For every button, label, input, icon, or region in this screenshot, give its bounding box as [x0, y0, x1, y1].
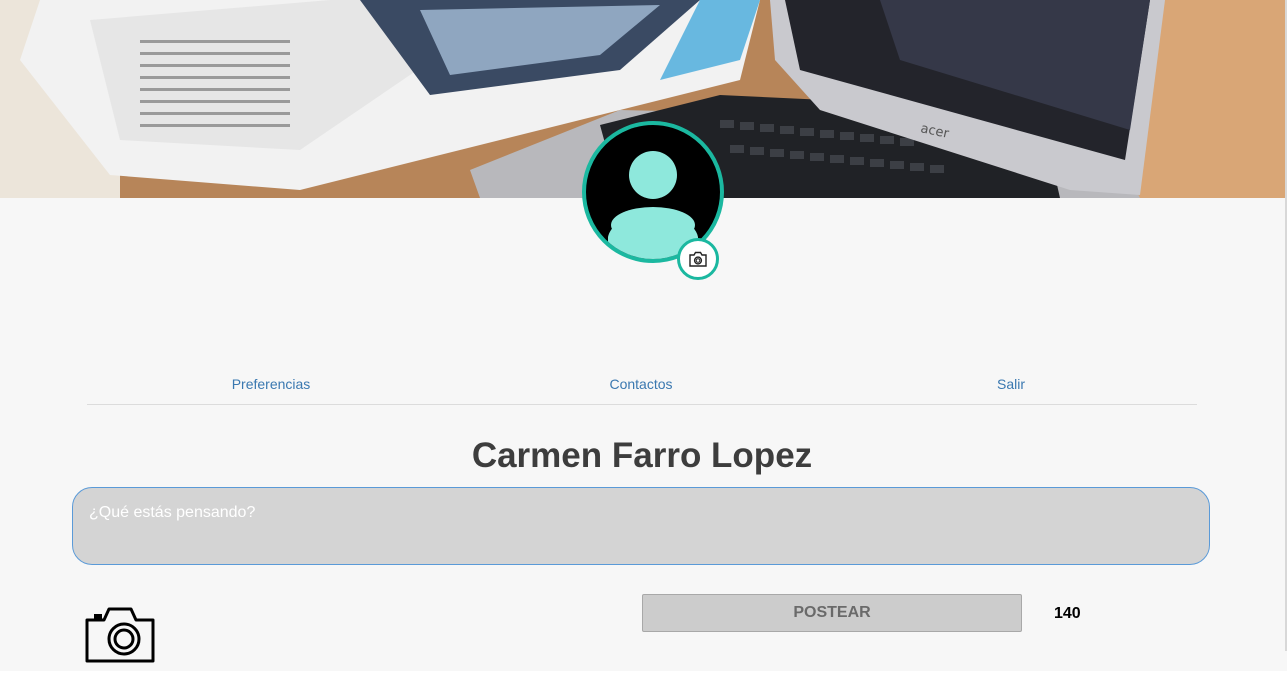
profile-name: Carmen Farro Lopez [471, 436, 813, 475]
nav-preferencias[interactable]: Preferencias [232, 376, 311, 392]
profile-page: acer Preferencias Contactos Salir Carmen… [0, 0, 1287, 679]
char-counter: 140 [1054, 605, 1081, 622]
add-photo-button[interactable] [84, 606, 156, 664]
nav-contactos[interactable]: Contactos [609, 376, 672, 392]
camera-icon [689, 251, 707, 267]
change-avatar-button[interactable] [677, 238, 719, 280]
camera-icon [85, 607, 155, 663]
post-input[interactable] [72, 487, 1210, 565]
profile-nav: Preferencias Contactos Salir [87, 368, 1197, 405]
nav-salir[interactable]: Salir [997, 376, 1025, 392]
bottom-edge [0, 671, 1287, 679]
post-button[interactable]: POSTEAR [642, 594, 1022, 632]
